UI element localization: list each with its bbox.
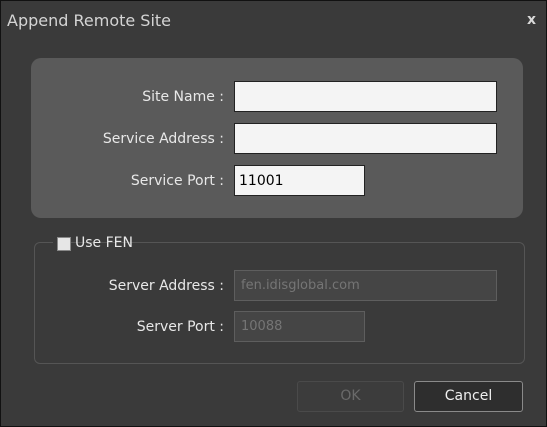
cancel-button[interactable]: Cancel (414, 381, 523, 412)
site-name-input[interactable] (234, 81, 497, 112)
site-name-label: Site Name : (142, 89, 224, 105)
append-remote-site-dialog: Append Remote Site x Site Name : Service… (0, 0, 547, 427)
use-fen-label[interactable]: Use FEN (75, 235, 133, 251)
close-icon[interactable]: x (527, 12, 536, 28)
service-port-input[interactable] (234, 165, 365, 196)
service-address-input[interactable] (234, 123, 497, 154)
server-port-label: Server Port : (136, 319, 224, 335)
server-address-input (234, 270, 497, 301)
use-fen-checkbox[interactable] (57, 237, 71, 251)
ok-button: OK (297, 381, 404, 412)
service-address-label: Service Address : (102, 131, 224, 147)
server-port-input (234, 311, 365, 342)
title-bar[interactable]: Append Remote Site x (1, 1, 546, 41)
fen-group-box (34, 242, 525, 364)
use-fen-checkbox-group[interactable]: Use FEN (53, 234, 133, 252)
service-port-label: Service Port : (130, 173, 224, 189)
server-address-label: Server Address : (108, 278, 224, 294)
dialog-title: Append Remote Site (7, 11, 172, 30)
